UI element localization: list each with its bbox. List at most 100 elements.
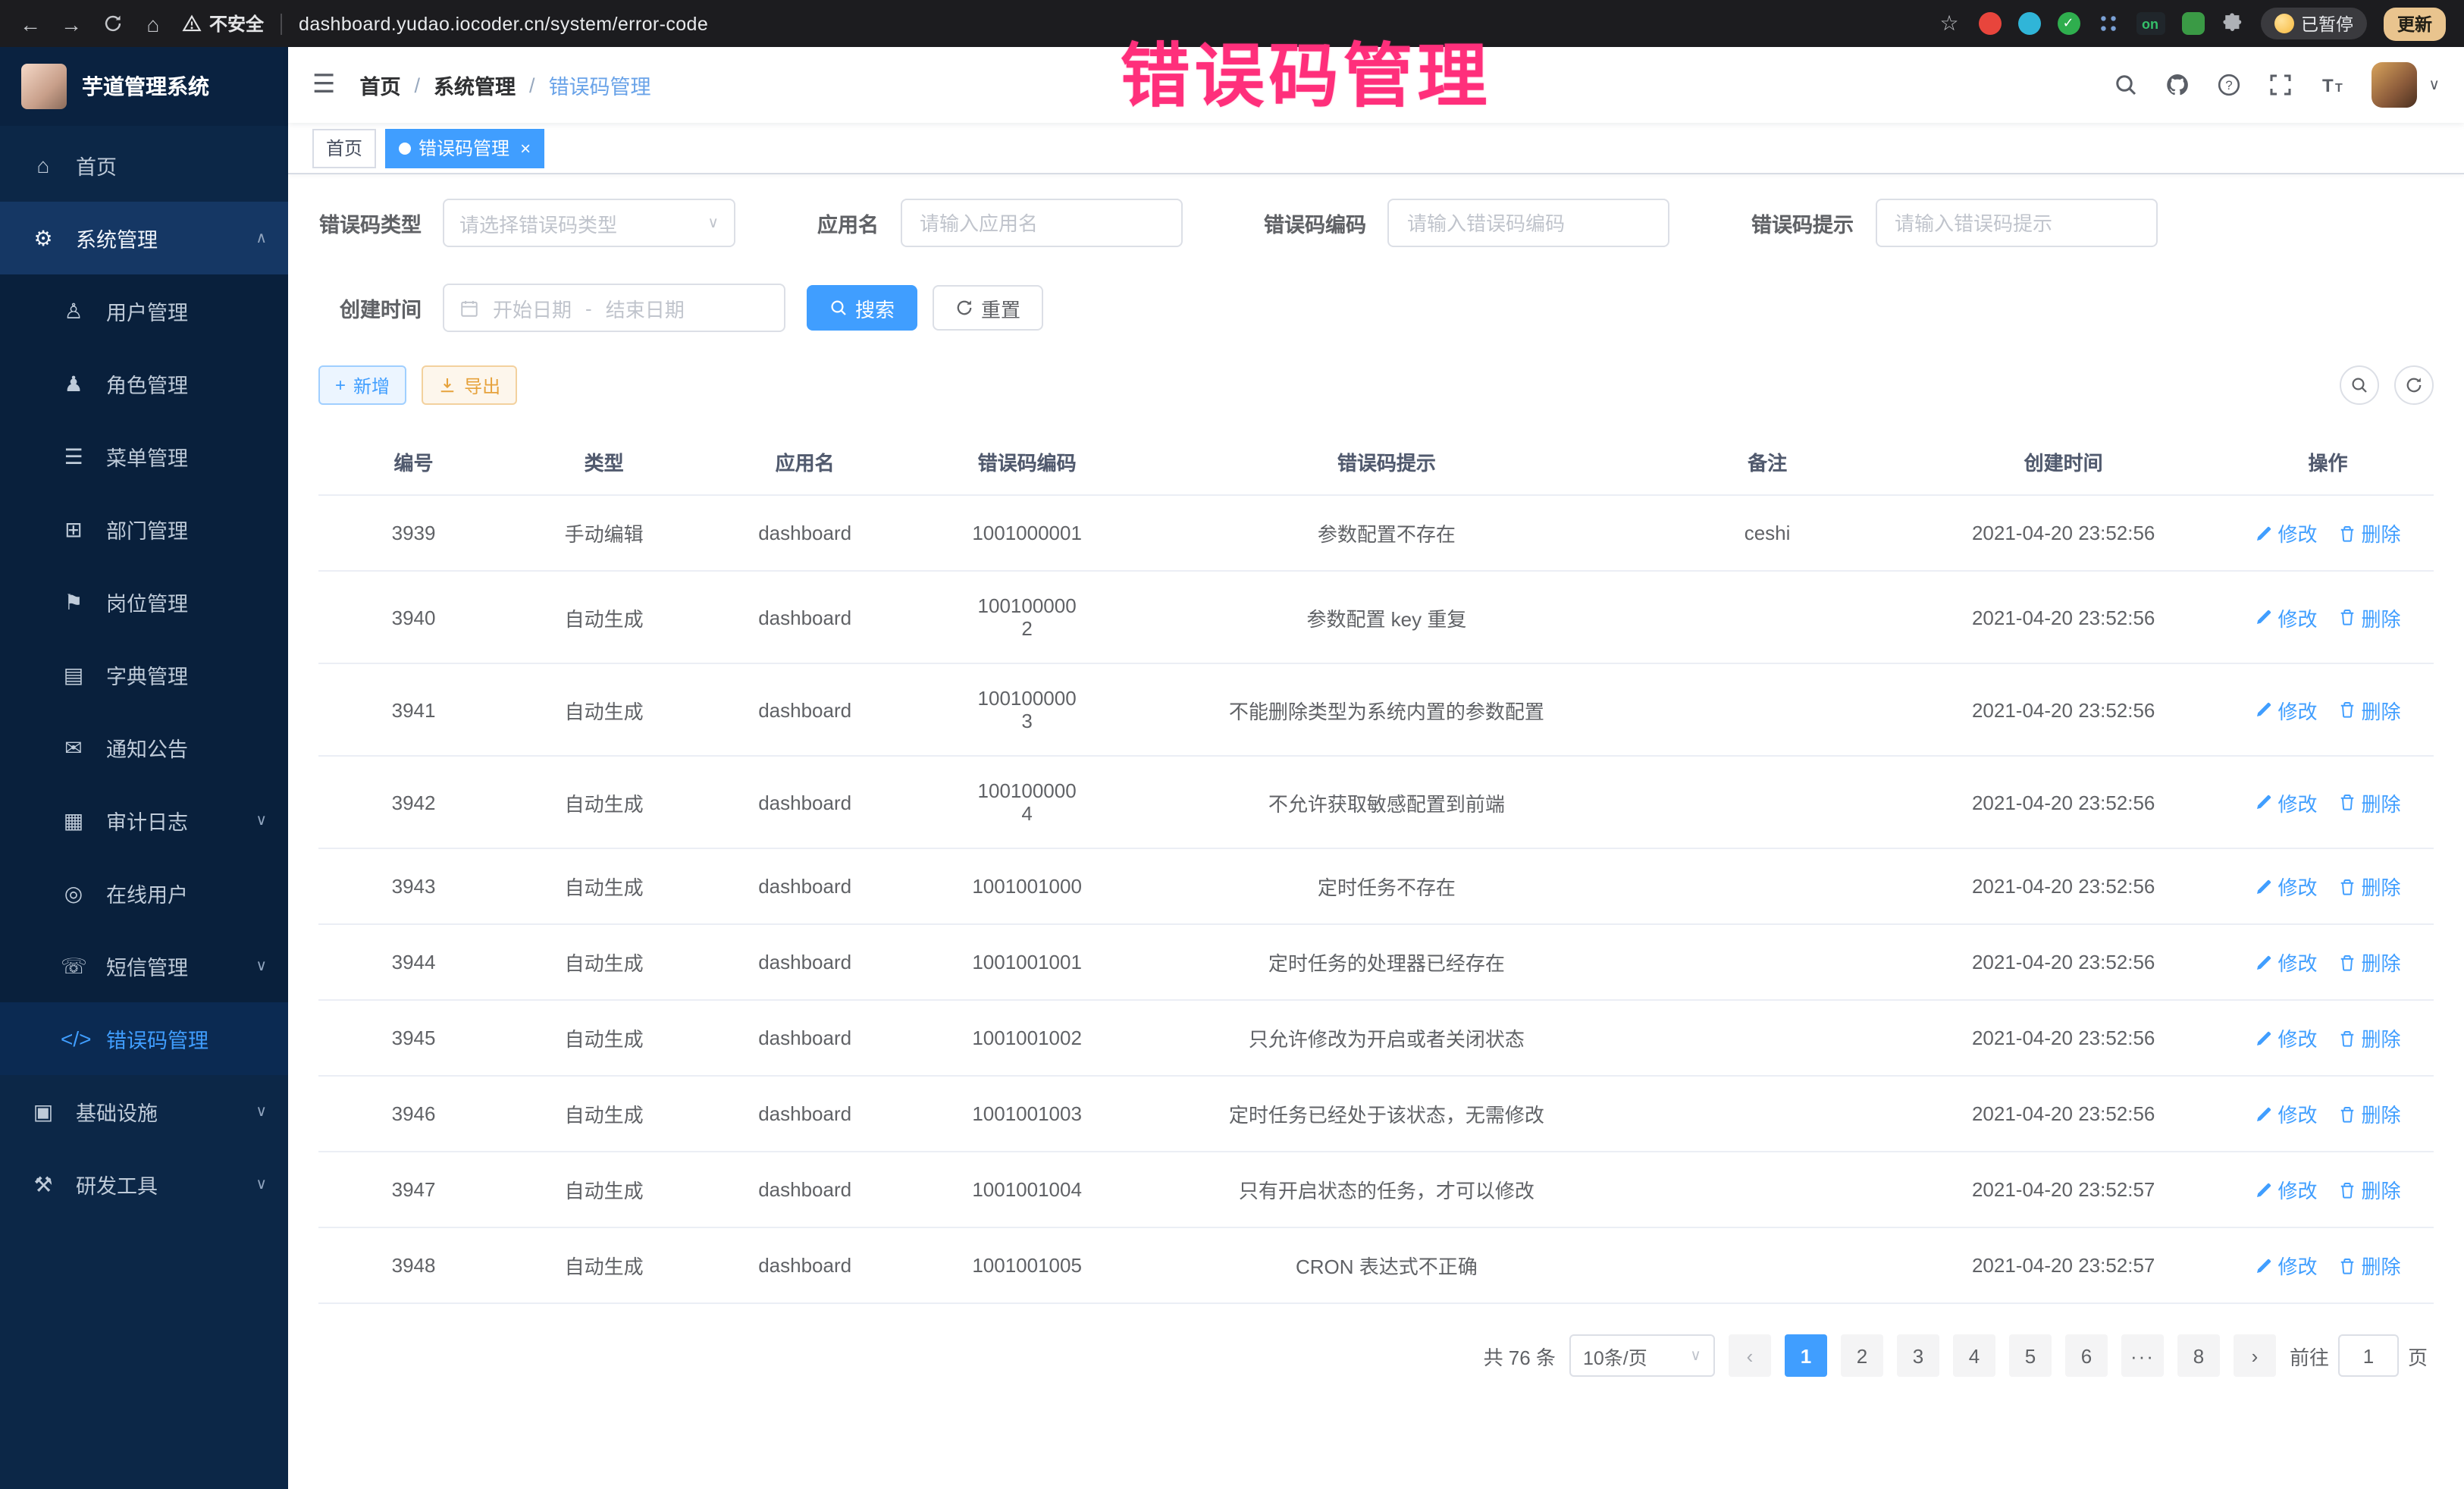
sidebar-item-dev-tools[interactable]: ⚒研发工具∨ <box>0 1148 288 1221</box>
next-page-button[interactable]: › <box>2234 1334 2276 1377</box>
page-button-4[interactable]: 4 <box>1953 1334 1995 1377</box>
update-button[interactable]: 更新 <box>2384 7 2446 40</box>
page-button-8[interactable]: 8 <box>2177 1334 2220 1377</box>
sidebar-item-notice[interactable]: ✉通知公告 <box>0 711 288 784</box>
app-logo[interactable]: 芋道管理系统 <box>0 47 288 126</box>
edit-link[interactable]: 修改 <box>2255 695 2317 724</box>
edit-link[interactable]: 修改 <box>2255 872 2317 901</box>
edit-link[interactable]: 修改 <box>2255 1023 2317 1052</box>
site-security-indicator[interactable]: 不安全 <box>182 11 264 36</box>
sidebar-item-role[interactable]: ♟角色管理 <box>0 347 288 420</box>
extensions-puzzle-icon[interactable] <box>2221 12 2243 35</box>
delete-link[interactable]: 删除 <box>2338 603 2400 632</box>
sidebar-item-audit-log[interactable]: ▦审计日志∨ <box>0 784 288 857</box>
edit-link[interactable]: 修改 <box>2255 1251 2317 1280</box>
row-actions: 修改删除 <box>2222 1227 2434 1303</box>
user-avatar[interactable] <box>2371 62 2416 108</box>
sidebar-item-home[interactable]: ⌂首页 <box>0 129 288 202</box>
extension-icon-leaf[interactable] <box>2181 12 2204 35</box>
edit-link[interactable]: 修改 <box>2255 603 2317 632</box>
row-remark <box>1630 1000 1905 1076</box>
extension-icon-grid[interactable] <box>2096 12 2119 35</box>
bookmark-star-icon[interactable]: ☆ <box>1937 11 1961 36</box>
sidebar-item-dept[interactable]: ⊞部门管理 <box>0 493 288 566</box>
caret-down-icon[interactable]: ∨ <box>2428 77 2440 93</box>
divider <box>281 13 282 34</box>
sidebar-item-system[interactable]: ⚙系统管理∧ <box>0 202 288 274</box>
forward-icon[interactable]: → <box>59 11 83 36</box>
sidebar-item-menu[interactable]: ☰菜单管理 <box>0 420 288 493</box>
extension-icon-red[interactable] <box>1978 12 2001 35</box>
error-type-select[interactable]: 请选择错误码类型 ∨ <box>443 199 735 247</box>
edit-link[interactable]: 修改 <box>2255 1099 2317 1128</box>
sidebar-item-infra[interactable]: ▣基础设施∨ <box>0 1075 288 1148</box>
date-range-picker[interactable]: 开始日期 - 结束日期 <box>443 284 785 332</box>
prev-page-button[interactable]: ‹ <box>1729 1334 1771 1377</box>
page-button-2[interactable]: 2 <box>1841 1334 1883 1377</box>
edit-link[interactable]: 修改 <box>2255 519 2317 547</box>
reload-icon[interactable] <box>100 14 124 33</box>
tab-error-code[interactable]: 错误码管理 × <box>385 128 544 168</box>
delete-link[interactable]: 删除 <box>2338 1175 2400 1204</box>
page-ellipsis-button[interactable]: ··· <box>2121 1334 2164 1377</box>
page-button-5[interactable]: 5 <box>2009 1334 2052 1377</box>
error-code-icon: </> <box>61 1027 86 1051</box>
fullscreen-icon[interactable] <box>2268 73 2292 97</box>
add-button[interactable]: + 新增 <box>318 365 406 405</box>
refresh-table-button[interactable] <box>2394 365 2434 405</box>
calendar-icon <box>459 298 479 318</box>
row-code: 1001001002 <box>911 1000 1143 1076</box>
sidebar-item-online-user[interactable]: ◎在线用户 <box>0 857 288 929</box>
delete-link[interactable]: 删除 <box>2338 695 2400 724</box>
row-actions: 修改删除 <box>2222 571 2434 663</box>
delete-link[interactable]: 删除 <box>2338 948 2400 976</box>
goto-page-input[interactable] <box>2338 1334 2399 1377</box>
page-button-1[interactable]: 1 <box>1785 1334 1827 1377</box>
url-text[interactable]: dashboard.yudao.iocoder.cn/system/error-… <box>299 13 708 34</box>
search-button[interactable]: 搜索 <box>807 285 917 331</box>
page-button-6[interactable]: 6 <box>2065 1334 2108 1377</box>
search-icon[interactable] <box>2113 73 2137 97</box>
delete-link[interactable]: 删除 <box>2338 519 2400 547</box>
page-button-3[interactable]: 3 <box>1897 1334 1939 1377</box>
back-icon[interactable]: ← <box>18 11 42 36</box>
toggle-search-button[interactable] <box>2340 365 2379 405</box>
delete-link[interactable]: 删除 <box>2338 788 2400 817</box>
sidebar-item-dict[interactable]: ▤字典管理 <box>0 638 288 711</box>
row-hint: 不允许获取敏感配置到前端 <box>1143 756 1630 848</box>
hamburger-icon[interactable]: ☰ <box>312 70 336 100</box>
table-toolbar: + 新增 导出 <box>318 365 2434 405</box>
error-code-input[interactable] <box>1387 199 1669 247</box>
error-hint-input[interactable] <box>1875 199 2157 247</box>
breadcrumb-item[interactable]: 系统管理 <box>434 70 516 100</box>
delete-link[interactable]: 删除 <box>2338 872 2400 901</box>
edit-link[interactable]: 修改 <box>2255 1175 2317 1204</box>
export-button[interactable]: 导出 <box>422 365 517 405</box>
delete-link[interactable]: 删除 <box>2338 1099 2400 1128</box>
reset-button[interactable]: 重置 <box>933 285 1043 331</box>
row-actions: 修改删除 <box>2222 663 2434 756</box>
sidebar-item-error-code[interactable]: </>错误码管理 <box>0 1002 288 1075</box>
help-icon[interactable]: ? <box>2216 73 2240 97</box>
font-size-icon[interactable]: TT <box>2319 73 2343 97</box>
tab-label: 错误码管理 <box>419 135 509 161</box>
edit-link[interactable]: 修改 <box>2255 788 2317 817</box>
delete-link[interactable]: 删除 <box>2338 1251 2400 1280</box>
tab-home[interactable]: 首页 <box>312 128 376 168</box>
browser-home-icon[interactable]: ⌂ <box>141 11 165 36</box>
github-icon[interactable] <box>2165 73 2189 97</box>
app-name-input[interactable] <box>900 199 1182 247</box>
paused-badge[interactable]: 已暂停 <box>2260 8 2367 39</box>
edit-link[interactable]: 修改 <box>2255 948 2317 976</box>
extension-icon-check[interactable] <box>2057 12 2080 35</box>
sidebar-item-sms[interactable]: ☏短信管理∨ <box>0 929 288 1002</box>
page-size-select[interactable]: 10条/页∨ <box>1569 1334 1715 1377</box>
sidebar-item-user[interactable]: ♙用户管理 <box>0 274 288 347</box>
row-app: dashboard <box>699 663 911 756</box>
tab-close-icon[interactable]: × <box>520 137 531 158</box>
extension-icon-teal[interactable] <box>2017 12 2040 35</box>
breadcrumb-item[interactable]: 首页 <box>360 70 401 100</box>
sidebar-item-post[interactable]: ⚑岗位管理 <box>0 566 288 638</box>
extension-on-badge[interactable]: on <box>2136 12 2165 35</box>
delete-link[interactable]: 删除 <box>2338 1023 2400 1052</box>
